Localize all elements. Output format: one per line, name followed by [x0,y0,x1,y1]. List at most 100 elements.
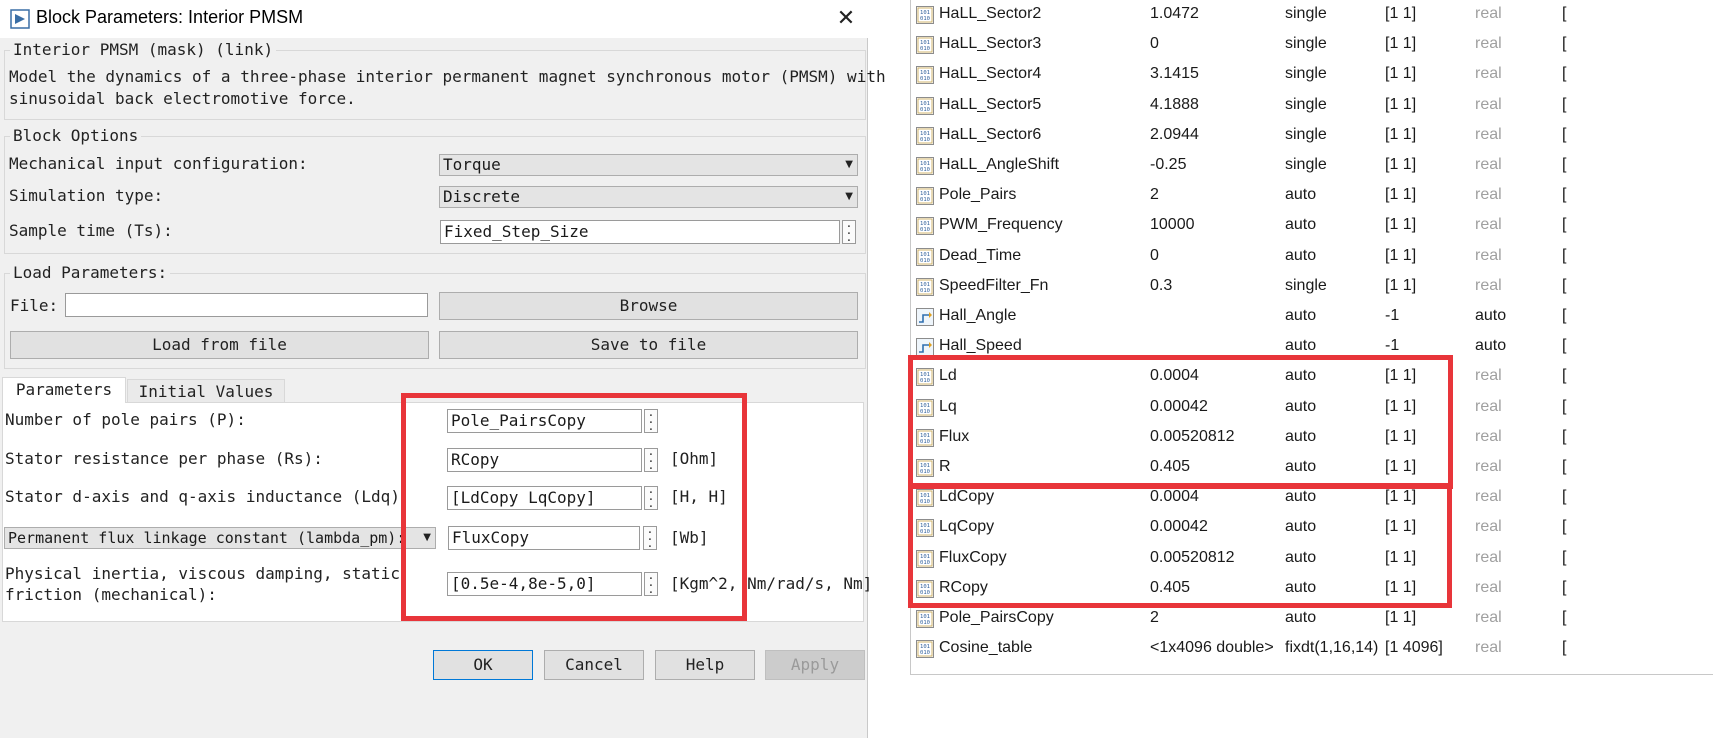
svg-text:010: 010 [920,288,930,294]
flux-linkage-options-button[interactable]: · · · [643,526,657,554]
stator-resistance-input[interactable]: RCopy [447,448,642,472]
description-legend: Interior PMSM (mask) (link) [10,40,277,59]
stator-resistance-options-button[interactable]: · · · [644,448,658,476]
inertia-input[interactable]: [0.5e-4,8e-5,0] [447,572,642,596]
inductance-unit: [H, H] [670,487,728,506]
flux-linkage-input[interactable]: FluxCopy [448,526,640,550]
flux-linkage-select[interactable]: Permanent flux linkage constant (lambda_… [4,527,436,549]
file-input[interactable] [65,293,428,317]
block-options-legend: Block Options [10,126,142,145]
title-bar: Block Parameters: Interior PMSM ✕ [0,0,868,38]
variable-datatype: single [1285,35,1327,53]
variable-complexity: real [1475,427,1502,445]
workspace-row[interactable]: 101 010 HaLL_Sector2 1.0472 single [1 1] real [ [912,0,1713,30]
sample-time-input[interactable]: Fixed_Step_Size [440,220,840,244]
block-parameters-dialog: Block Parameters: Interior PMSM ✕ Interi… [0,0,886,738]
variable-datatype: single [1285,5,1327,22]
variable-icon: 101 010 [915,518,935,538]
variable-icon: 101 010 [915,549,935,569]
simulation-type-select[interactable]: Discrete ▼ [439,186,858,208]
workspace-row[interactable]: 101 010 HaLL_Sector4 3.1415 single [1 1] real [ [912,60,1713,90]
workspace-row[interactable]: 101 010 PWM_Frequency 10000 auto [1 1] real [ [912,211,1713,241]
workspace-row[interactable]: 101 010 LdCopy 0.0004 auto [1 1] real [ [912,483,1713,513]
workspace-row[interactable]: 101 010 R 0.405 auto [1 1] real [ [912,453,1713,483]
svg-text:010: 010 [920,227,930,233]
variable-icon: 101 010 [915,639,935,659]
svg-text:010: 010 [920,590,930,596]
clipped-column-edge: [ [1562,548,1567,566]
variable-value: 0.405 [1150,458,1191,475]
workspace-row[interactable]: 101 010 HaLL_Sector5 4.1888 single [1 1] real [ [912,91,1713,121]
variable-icon: 101 010 [915,398,935,418]
more-options-icon: · · · [648,486,654,515]
clipped-column-edge: [ [1562,458,1567,475]
variable-complexity: real [1475,156,1502,173]
variable-dimensions: [1 1] [1385,397,1417,415]
clipped-column-edge: [ [1562,216,1567,234]
variable-complexity: real [1475,518,1502,536]
variable-value: 0.00520812 [1150,548,1235,566]
workspace-row[interactable]: Hall_Speed auto -1 auto [ [912,332,1713,362]
load-from-file-button[interactable]: Load from file [10,331,429,359]
more-options-icon: · · · [846,220,852,249]
pole-pairs-input[interactable]: Pole_PairsCopy [447,409,642,433]
variable-icon: 101 010 [915,35,935,55]
workspace-row[interactable]: 101 010 Lq 0.00042 auto [1 1] real [ [912,393,1713,423]
workspace-row[interactable]: 101 010 HaLL_AngleShift -0.25 single [1 1] rea… [912,151,1713,181]
tab-initial-values[interactable]: Initial Values [127,379,285,403]
workspace-row[interactable]: 101 010 RCopy 0.405 auto [1 1] real [ [912,574,1713,604]
variable-dimensions: [1 1] [1385,35,1417,53]
variable-name: HaLL_Sector6 [939,125,1042,143]
save-to-file-button[interactable]: Save to file [439,331,858,359]
variable-name: LqCopy [939,518,995,536]
variable-value: 4.1888 [1150,95,1199,113]
workspace-row[interactable]: 101 010 Dead_Time 0 auto [1 1] real [ [912,242,1713,272]
apply-button[interactable]: Apply [765,650,865,680]
help-button[interactable]: Help [655,650,755,680]
clipped-column-edge: [ [1562,488,1567,506]
workspace-row[interactable]: 101 010 Pole_Pairs 2 auto [1 1] real [ [912,181,1713,211]
variable-complexity: real [1475,5,1502,22]
flux-linkage-label: Permanent flux linkage constant (lambda_… [8,529,406,547]
variable-dimensions: [1 1] [1385,156,1417,173]
clipped-column-edge: [ [1562,186,1567,204]
svg-text:010: 010 [920,409,930,415]
tab-parameters[interactable]: Parameters [2,377,126,403]
variable-complexity: real [1475,35,1502,53]
workspace-row[interactable]: 101 010 Cosine_table <1x4096 double> fixdt(1… [912,634,1713,664]
close-button[interactable]: ✕ [830,4,862,34]
workspace-row[interactable]: Hall_Angle auto -1 auto [ [912,302,1713,332]
inductance-input[interactable]: [LdCopy LqCopy] [447,486,642,510]
variable-icon: 101 010 [915,367,935,387]
workspace-row[interactable]: 101 010 SpeedFilter_Fn 0.3 single [1 1] real [ [912,272,1713,302]
ok-button[interactable]: OK [433,650,533,680]
workspace-row[interactable]: 101 010 FluxCopy 0.00520812 auto [1 1] real [ [912,544,1713,574]
svg-text:010: 010 [920,107,930,113]
variable-datatype: auto [1285,397,1317,415]
clipped-column-edge: [ [1562,609,1567,626]
svg-text:010: 010 [920,167,930,173]
cancel-button[interactable]: Cancel [544,650,644,680]
mechanical-input-select[interactable]: Torque ▼ [439,154,858,176]
variable-datatype: auto [1285,337,1317,355]
workspace-row[interactable]: 101 010 Pole_PairsCopy 2 auto [1 1] real [ [912,604,1713,634]
inertia-options-button[interactable]: · · · [644,572,658,600]
workspace-row[interactable]: 101 010 LqCopy 0.00042 auto [1 1] real [ [912,513,1713,543]
inductance-options-button[interactable]: · · · [644,486,658,514]
svg-text:010: 010 [920,439,930,445]
pole-pairs-options-button[interactable]: · · · [644,409,658,437]
browse-button[interactable]: Browse [439,292,858,320]
sample-time-options-button[interactable]: · · · [842,220,856,248]
svg-text:010: 010 [920,650,930,656]
workspace-row[interactable]: 101 010 HaLL_Sector6 2.0944 single [1 1] real [ [912,121,1713,151]
svg-text:010: 010 [920,560,930,566]
workspace-row[interactable]: 101 010 Flux 0.00520812 auto [1 1] real [ [912,423,1713,453]
variable-icon: 101 010 [915,428,935,448]
variable-datatype: auto [1285,488,1317,506]
variable-icon: 101 010 [915,458,935,478]
flux-linkage-unit: [Wb] [670,528,709,547]
svg-text:010: 010 [920,258,930,264]
variable-name: Ld [939,367,957,385]
workspace-row[interactable]: 101 010 Ld 0.0004 auto [1 1] real [ [912,362,1713,392]
workspace-row[interactable]: 101 010 HaLL_Sector3 0 single [1 1] real [ [912,30,1713,60]
